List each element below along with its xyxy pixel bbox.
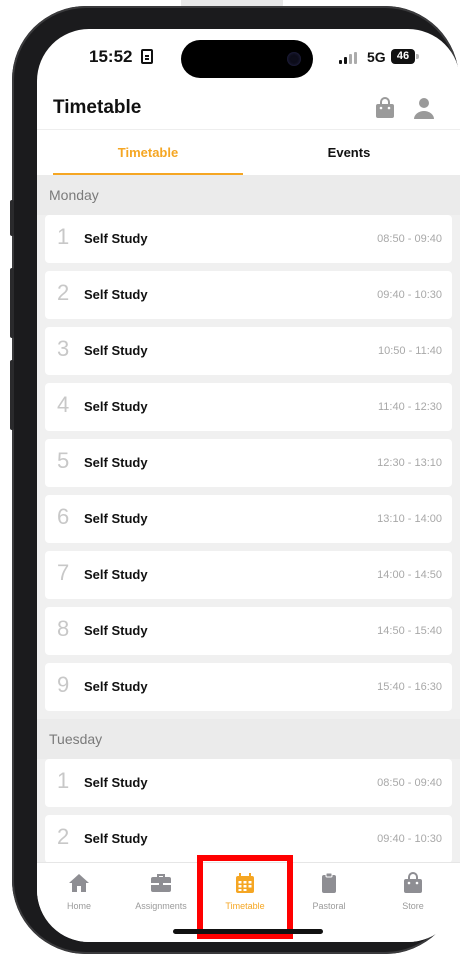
clipboard-icon: [322, 872, 336, 893]
lesson-time: 14:50 - 15:40: [377, 625, 442, 637]
briefcase-icon: [151, 874, 171, 892]
lesson-title: Self Study: [84, 679, 148, 694]
lesson-row[interactable]: 2 Self Study 09:40 - 10:30: [45, 271, 452, 319]
focus-mode-icon: [141, 49, 153, 64]
nav-label-home: Home: [66, 901, 91, 911]
lesson-time: 15:40 - 16:30: [377, 681, 442, 693]
lesson-number: 8: [57, 616, 70, 641]
volume-down-button: [10, 360, 14, 430]
lesson-title: Self Study: [84, 623, 148, 638]
lesson-number: 2: [57, 280, 70, 305]
lesson-number: 3: [57, 336, 70, 361]
tab-bar: Timetable Events: [37, 129, 460, 176]
nav-pastoral[interactable]: Pastoral: [289, 871, 369, 917]
nav-label-store: Store: [402, 901, 424, 911]
lesson-title: Self Study: [84, 231, 148, 246]
nav-store[interactable]: Store: [373, 871, 453, 917]
lesson-title: Self Study: [84, 287, 148, 302]
nav-label-pastoral: Pastoral: [312, 901, 346, 911]
lesson-number: 7: [57, 560, 70, 585]
lesson-time: 09:40 - 10:30: [377, 289, 442, 301]
front-camera: [287, 52, 301, 66]
home-indicator: [173, 929, 323, 934]
lesson-title: Self Study: [84, 343, 148, 358]
lesson-row[interactable]: 5 Self Study 12:30 - 13:10: [45, 439, 452, 487]
app-header: Timetable: [37, 91, 460, 129]
lesson-row[interactable]: 7 Self Study 14:00 - 14:50: [45, 551, 452, 599]
profile-icon[interactable]: [412, 96, 436, 125]
nav-home[interactable]: Home: [39, 871, 119, 917]
volume-up-button: [10, 268, 14, 338]
tab-timetable[interactable]: Timetable: [53, 130, 243, 176]
lesson-row[interactable]: 6 Self Study 13:10 - 14:00: [45, 495, 452, 543]
signal-icon: [339, 52, 359, 64]
lesson-title: Self Study: [84, 567, 148, 582]
lesson-number: 9: [57, 672, 70, 697]
lesson-title: Self Study: [84, 399, 148, 414]
lesson-number: 1: [57, 768, 70, 793]
lesson-number: 6: [57, 504, 70, 529]
lesson-time: 11:40 - 12:30: [377, 401, 442, 413]
status-time: 15:52: [89, 47, 133, 66]
day-header-monday: Monday: [37, 175, 460, 215]
day-header-tuesday: Tuesday: [37, 719, 460, 759]
lesson-title: Self Study: [84, 511, 148, 526]
nav-assignments[interactable]: Assignments: [121, 871, 201, 917]
lesson-title: Self Study: [84, 831, 148, 846]
lesson-row[interactable]: 4 Self Study 11:40 - 12:30: [45, 383, 452, 431]
tab-events[interactable]: Events: [249, 130, 449, 176]
home-icon: [69, 874, 89, 892]
lesson-time: 13:10 - 14:00: [377, 513, 442, 525]
network-type: 5G: [367, 49, 386, 65]
battery-icon: 46: [391, 49, 415, 64]
lesson-time: 12:30 - 13:10: [377, 457, 442, 469]
lesson-title: Self Study: [84, 775, 148, 790]
shopping-bag-icon: [404, 872, 422, 893]
lesson-time: 08:50 - 09:40: [377, 777, 442, 789]
lesson-row[interactable]: 3 Self Study 10:50 - 11:40: [45, 327, 452, 375]
lesson-row[interactable]: 9 Self Study 15:40 - 16:30: [45, 663, 452, 711]
status-bar: 15:52 5G 46: [37, 29, 460, 89]
lesson-row[interactable]: 1 Self Study 08:50 - 09:40: [45, 759, 452, 807]
lesson-time: 10:50 - 11:40: [377, 345, 442, 357]
lesson-time: 14:00 - 14:50: [377, 569, 442, 581]
shopping-bag-icon[interactable]: [374, 96, 396, 125]
page-title: Timetable: [53, 97, 142, 118]
lesson-number: 5: [57, 448, 70, 473]
lesson-number: 1: [57, 224, 70, 249]
lesson-time: 09:40 - 10:30: [377, 833, 442, 845]
lesson-row[interactable]: 8 Self Study 14:50 - 15:40: [45, 607, 452, 655]
lesson-row[interactable]: 1 Self Study 08:50 - 09:40: [45, 215, 452, 263]
action-button: [10, 200, 14, 236]
lesson-time: 08:50 - 09:40: [377, 233, 442, 245]
lesson-number: 2: [57, 824, 70, 849]
lesson-title: Self Study: [84, 455, 148, 470]
lesson-number: 4: [57, 392, 70, 417]
nav-label-assignments: Assignments: [135, 901, 187, 911]
battery-tip: [416, 54, 419, 59]
highlight-annotation-box: [197, 855, 293, 939]
timetable-list[interactable]: Monday 1 Self Study 08:50 - 09:40 2 Self…: [37, 175, 460, 862]
phone-screen: 15:52 5G 46 Timetable Timetable Events M…: [37, 29, 460, 942]
dynamic-island: [181, 40, 313, 78]
